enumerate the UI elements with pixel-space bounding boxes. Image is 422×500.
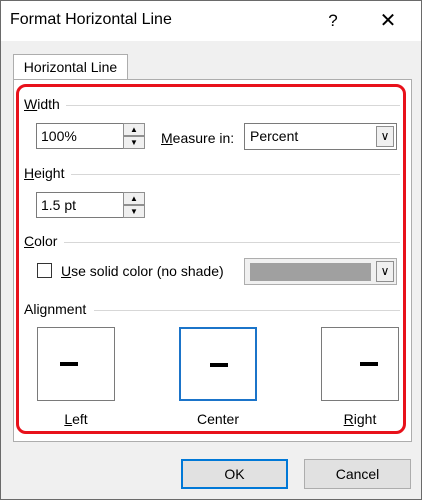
tab-horizontal-line[interactable]: Horizontal Line: [13, 54, 128, 80]
ok-button[interactable]: OK: [181, 459, 288, 489]
format-horizontal-line-dialog: Format Horizontal Line ? ✕ Horizontal Li…: [0, 0, 422, 500]
help-button[interactable]: ?: [313, 1, 353, 41]
close-button[interactable]: ✕: [363, 1, 413, 41]
dialog-title: Format Horizontal Line: [10, 11, 172, 28]
cancel-button[interactable]: Cancel: [304, 459, 411, 489]
title-bar: Format Horizontal Line ? ✕: [1, 1, 421, 41]
highlight-frame: [16, 84, 406, 434]
